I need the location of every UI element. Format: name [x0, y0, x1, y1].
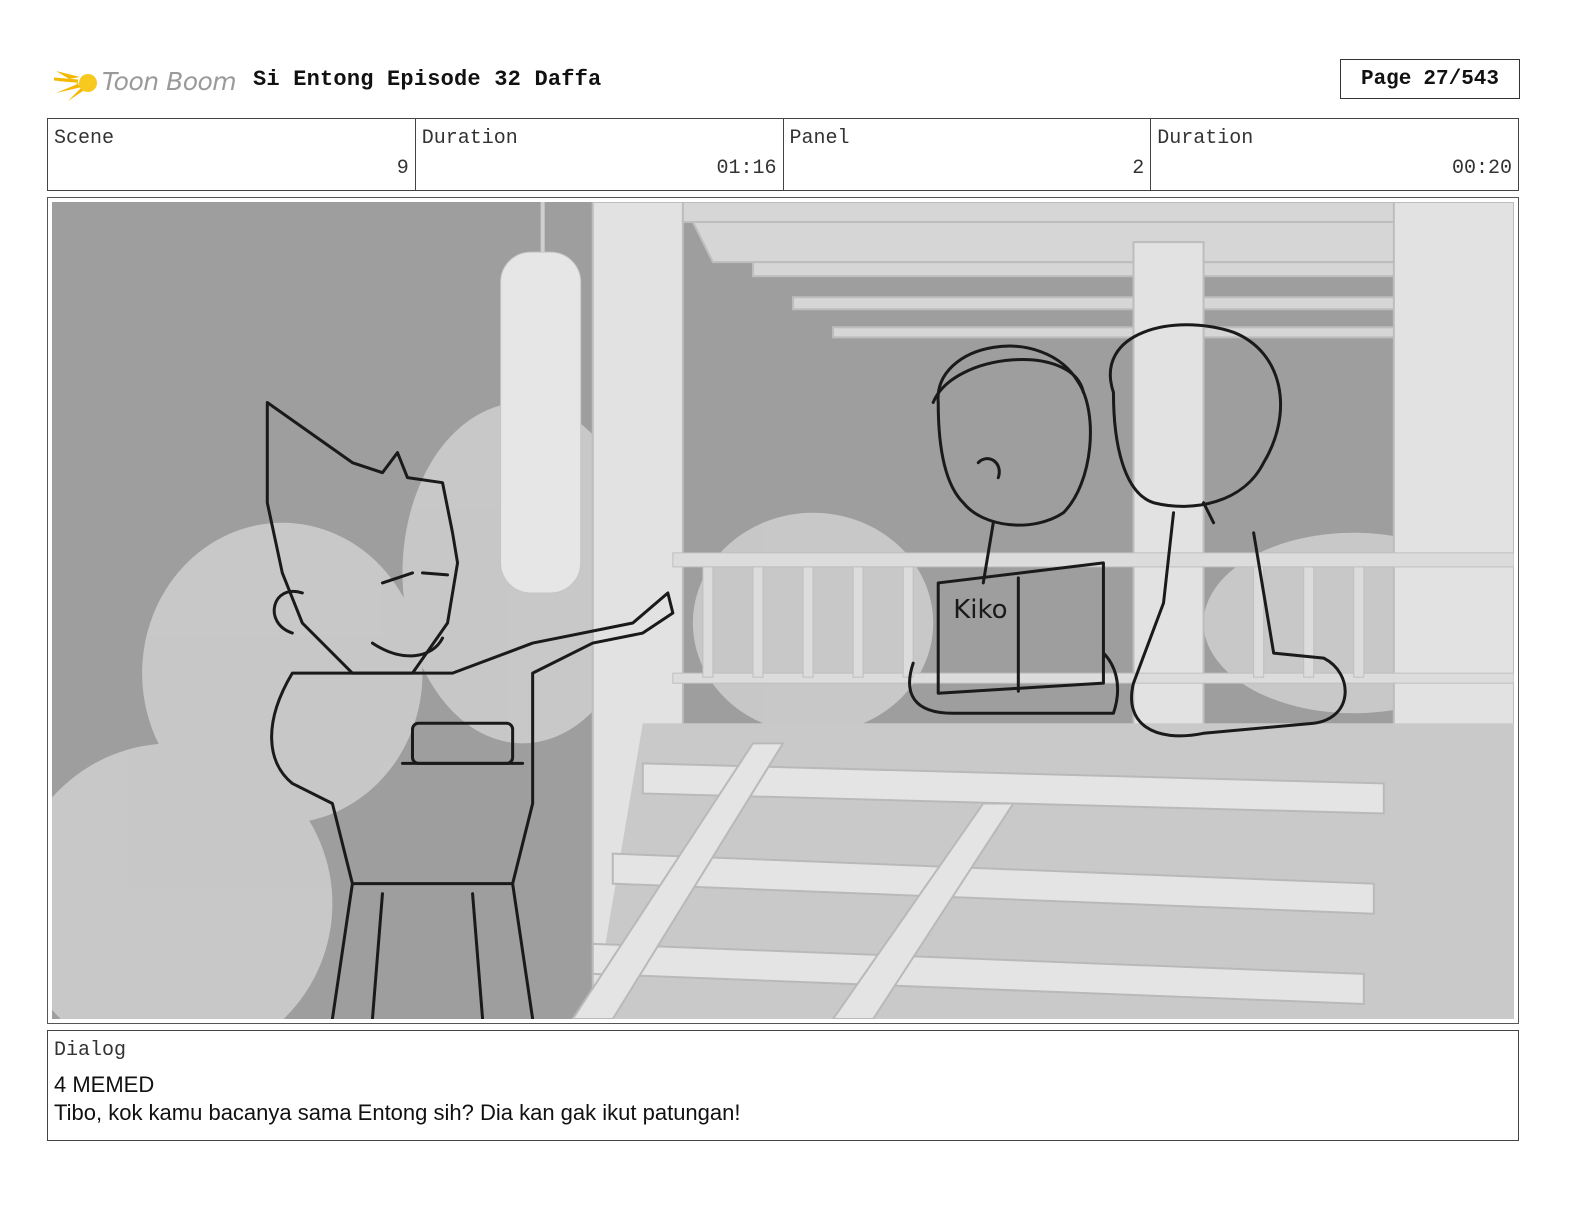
logo-text: Toon Boom [102, 66, 237, 96]
toon-boom-logo: Toon Boom [50, 55, 240, 107]
storyboard-drawing: Kiko [52, 202, 1514, 1019]
panel-duration-label: Duration [1157, 127, 1254, 150]
scene-duration-cell: Duration 01:16 [416, 119, 784, 190]
panel-duration-value: 00:20 [1451, 157, 1512, 180]
scene-label: Scene [54, 127, 115, 150]
scene-value: 9 [396, 157, 409, 180]
page-number: 27/543 [1423, 67, 1500, 91]
storyboard-panel: Kiko [47, 197, 1519, 1024]
dialog-box: Dialog 4 MEMED Tibo, kok kamu bacanya sa… [47, 1030, 1519, 1141]
panel-cell: Panel 2 [784, 119, 1152, 190]
page-label: Page [1360, 67, 1412, 91]
panel-value: 2 [1132, 157, 1145, 180]
scene-duration-label: Duration [421, 127, 518, 150]
dialog-line: Tibo, kok kamu bacanya sama Entong sih? … [54, 1100, 741, 1125]
dialog-label: Dialog [54, 1039, 127, 1062]
document-title: Si Entong Episode 32 Daffa [253, 67, 602, 92]
scene-cell: Scene 9 [48, 119, 416, 190]
scene-duration-value: 01:16 [716, 157, 777, 180]
panel-label: Panel [789, 127, 850, 150]
dialog-speaker: 4 MEMED [54, 1072, 155, 1097]
panel-duration-cell: Duration 00:20 [1151, 119, 1518, 190]
punching-bag [500, 202, 582, 594]
page-header: Toon Boom Si Entong Episode 32 Daffa Pag… [50, 55, 1520, 107]
book-cover-title: Kiko [953, 595, 1007, 625]
stairs [571, 742, 1385, 1019]
panel-artwork: Kiko [52, 202, 1514, 1019]
page-counter: Page 27/543 [1340, 59, 1520, 99]
starburst-icon [53, 71, 97, 101]
scene-info-table: Scene 9 Duration 01:16 Panel 2 Duration … [47, 118, 1519, 191]
